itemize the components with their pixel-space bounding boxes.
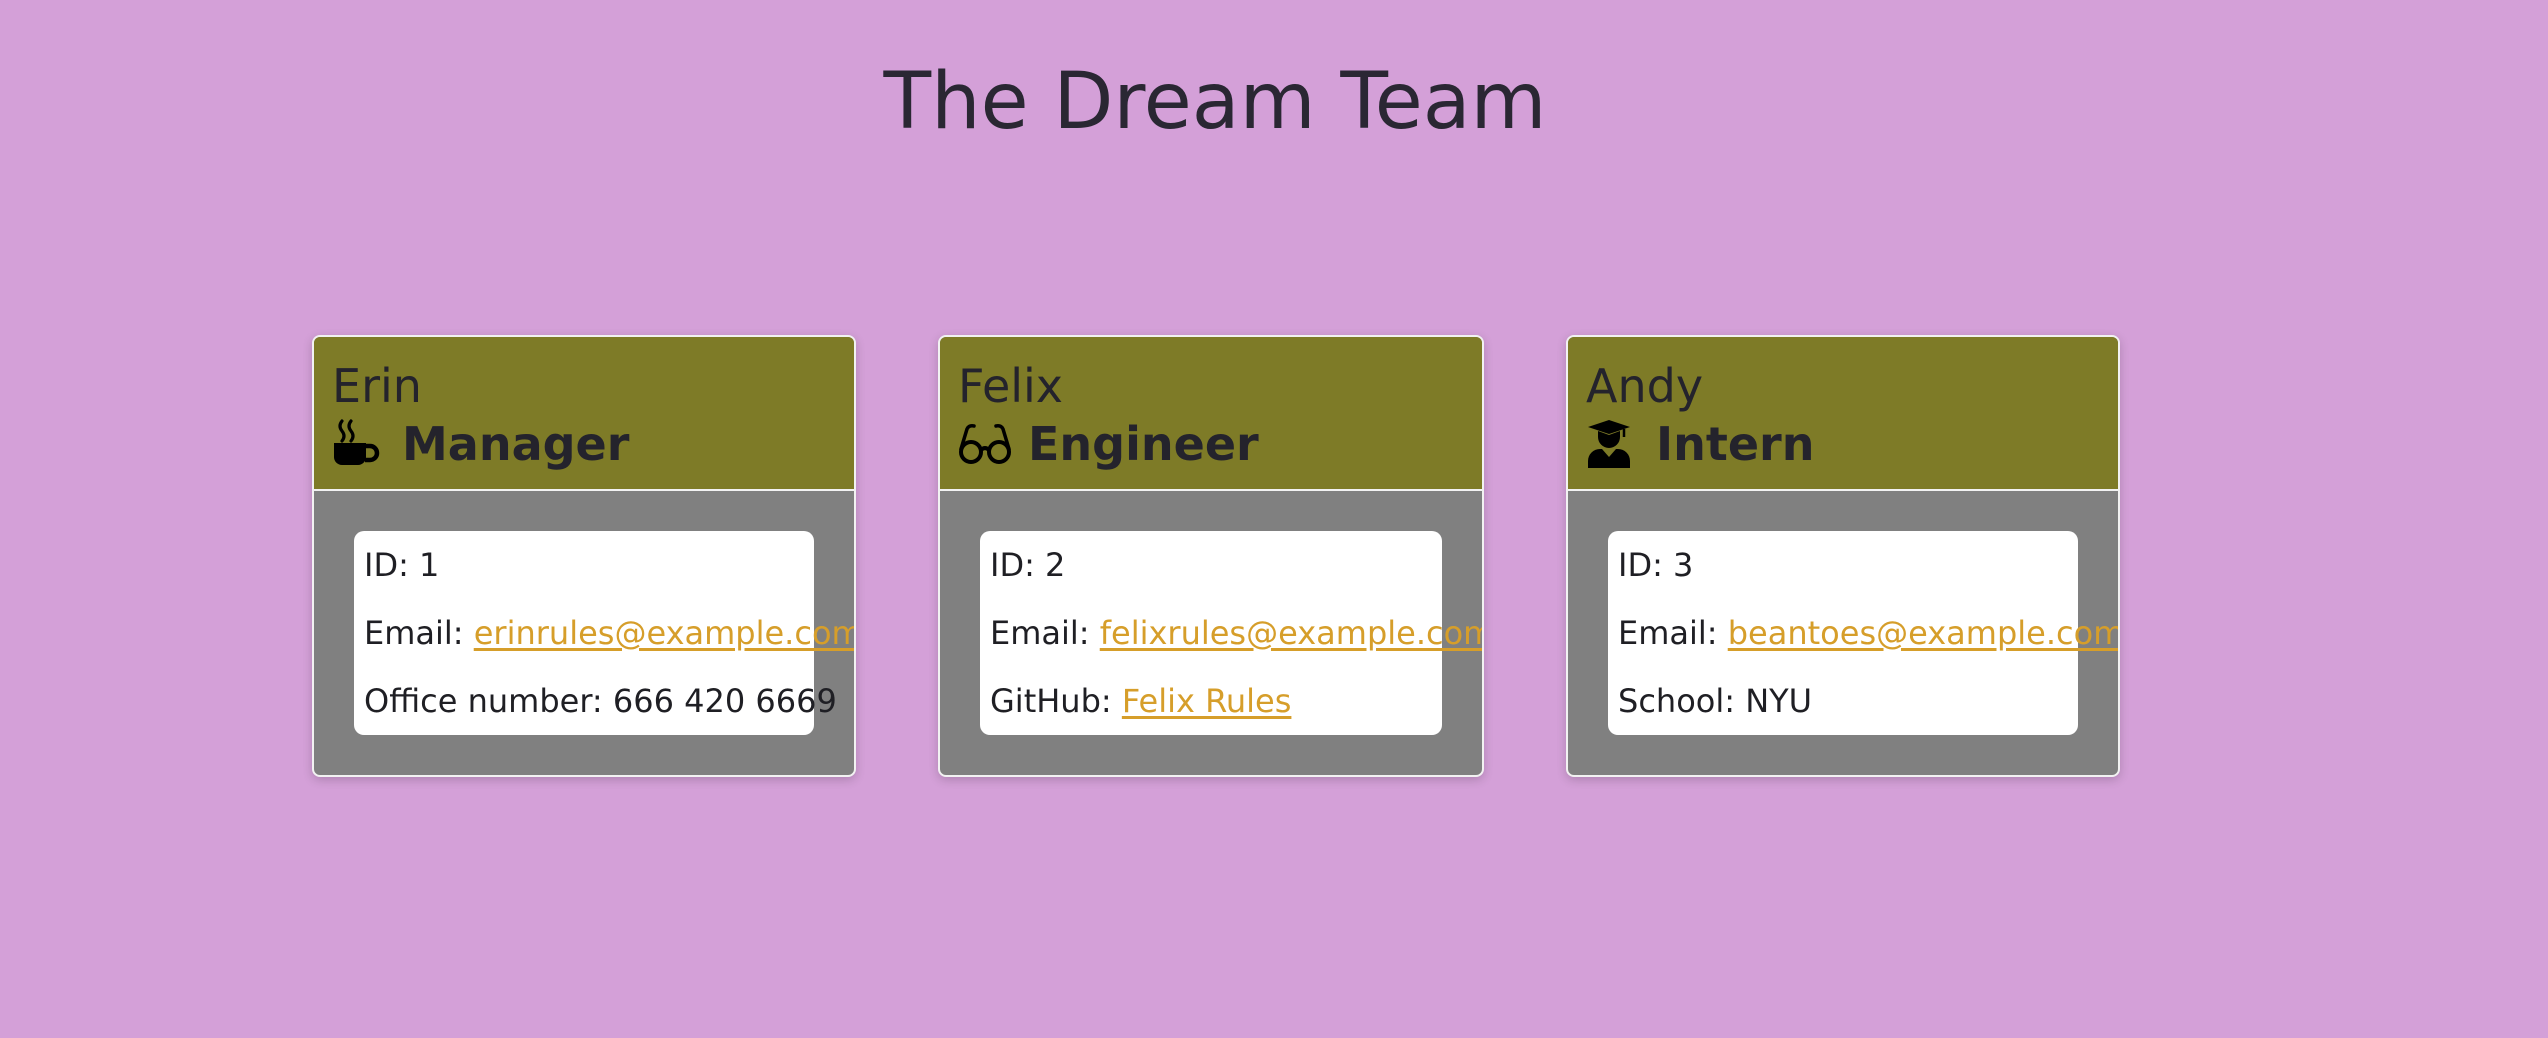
role-label: Manager (402, 417, 630, 471)
email-label: Email: (364, 614, 464, 652)
id-value: 3 (1673, 546, 1694, 584)
email-link[interactable]: beantoes@example.com (1728, 614, 2118, 652)
github-link[interactable]: Felix Rules (1122, 682, 1292, 720)
office-number-value: 666 420 6669 (612, 682, 837, 720)
id-value: 1 (419, 546, 440, 584)
employee-card-intern: Andy Intern ID: 3 Email: beantoes@exampl… (1566, 335, 2120, 777)
employee-role: Manager (332, 415, 854, 473)
email-link[interactable]: erinrules@example.com (474, 614, 854, 652)
office-number-line: Office number: 666 420 6669 (364, 681, 837, 721)
email-label: Email: (1618, 614, 1718, 652)
school-value: NYU (1745, 682, 1813, 720)
id-value: 2 (1045, 546, 1066, 584)
id-line: ID: 2 (990, 545, 1442, 585)
glasses-icon (958, 418, 1014, 470)
employee-name: Andy (1586, 359, 1704, 413)
card-header: Felix Engineer (940, 337, 1482, 491)
coffee-mug-icon (332, 418, 388, 470)
id-label: ID: (364, 546, 409, 584)
card-header: Erin Manager (314, 337, 854, 491)
email-link[interactable]: felixrules@example.com (1100, 614, 1482, 652)
card-info-panel: ID: 2 Email: felixrules@example.com GitH… (980, 531, 1482, 735)
page-title: The Dream Team (883, 57, 1547, 147)
employee-card-engineer: Felix Engineer ID: 2 Email: felixrules@e… (938, 335, 1484, 777)
employee-card-manager: Erin Manager ID: 1 Email: erinrules@exam… (312, 335, 856, 777)
github-label: GitHub: (990, 682, 1112, 720)
employee-role: Intern (1586, 415, 2118, 473)
employee-name: Felix (958, 359, 1064, 413)
id-label: ID: (990, 546, 1035, 584)
email-line: Email: felixrules@example.com (990, 613, 1482, 653)
id-line: ID: 3 (1618, 545, 2078, 585)
id-line: ID: 1 (364, 545, 814, 585)
employee-name: Erin (332, 359, 422, 413)
github-line: GitHub: Felix Rules (990, 681, 1442, 721)
card-header: Andy Intern (1568, 337, 2118, 491)
email-label: Email: (990, 614, 1090, 652)
email-line: Email: erinrules@example.com (364, 613, 854, 653)
employee-role: Engineer (958, 415, 1482, 473)
id-label: ID: (1618, 546, 1663, 584)
email-line: Email: beantoes@example.com (1618, 613, 2118, 653)
school-line: School: NYU (1618, 681, 2078, 721)
role-label: Intern (1656, 417, 1815, 471)
role-label: Engineer (1028, 417, 1259, 471)
graduate-icon (1586, 418, 1642, 470)
card-info-panel: ID: 1 Email: erinrules@example.com Offic… (354, 531, 854, 735)
school-label: School: (1618, 682, 1736, 720)
card-info-panel: ID: 3 Email: beantoes@example.com School… (1608, 531, 2118, 735)
office-number-label: Office number: (364, 682, 603, 720)
